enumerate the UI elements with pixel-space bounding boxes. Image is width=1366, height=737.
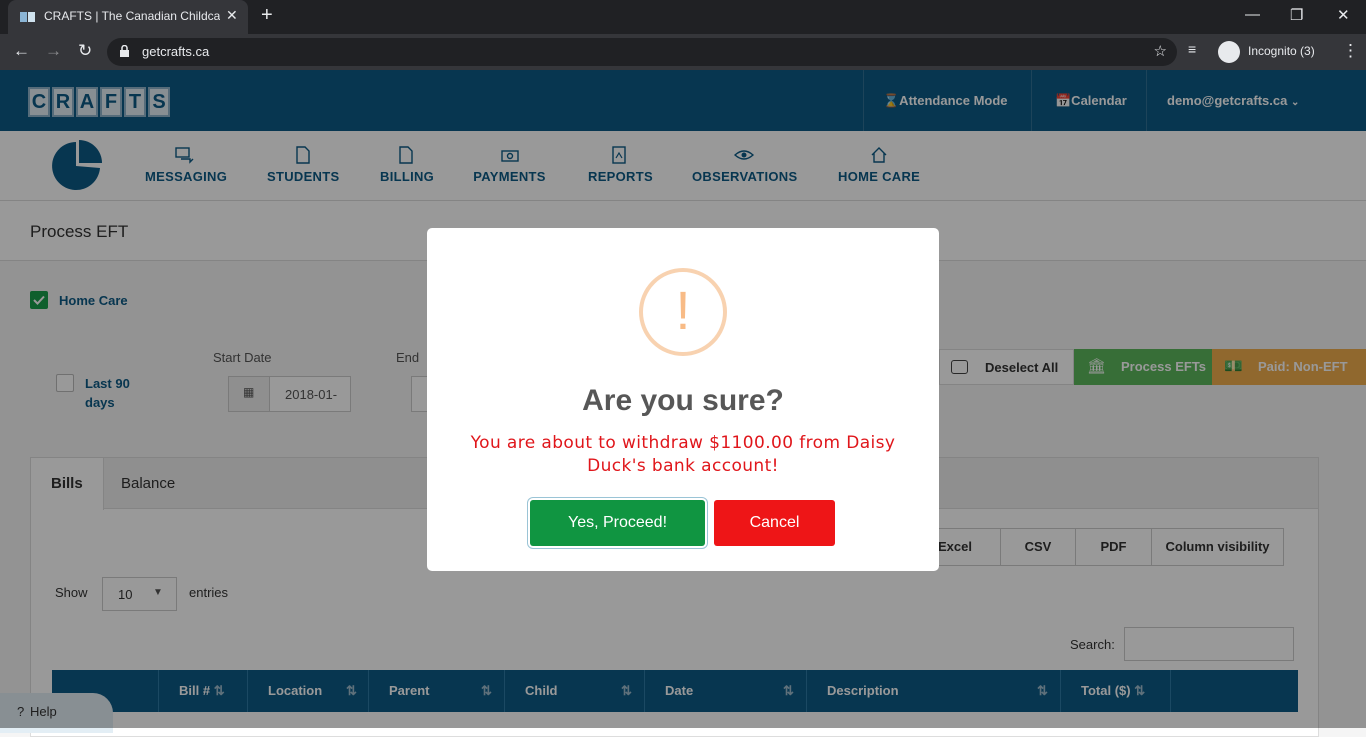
forward-arrow-icon[interactable]: →: [45, 41, 62, 61]
lock-icon: [120, 45, 129, 57]
browser-tab-strip: CRAFTS | The Canadian Childcare ✕ + — ❐ …: [0, 0, 1366, 34]
cancel-button[interactable]: Cancel: [714, 500, 835, 546]
address-bar[interactable]: getcrafts.ca ☆: [107, 38, 1177, 66]
reload-icon[interactable]: ↻: [78, 41, 92, 61]
incognito-icon: [1218, 41, 1240, 63]
confirm-button[interactable]: Yes, Proceed!: [530, 500, 705, 546]
incognito-indicator[interactable]: Incognito (3): [1218, 40, 1328, 64]
bookmark-star-icon[interactable]: ☆: [1154, 42, 1167, 60]
incognito-label: Incognito (3): [1248, 44, 1315, 58]
browser-toolbar: ← → ↻ getcrafts.ca ☆ ≡ Incognito (3) ⋮: [0, 34, 1366, 70]
restore-icon[interactable]: ❐: [1290, 6, 1303, 24]
tab-title: CRAFTS | The Canadian Childcare: [44, 9, 220, 23]
crafts-favicon-icon: [20, 12, 35, 22]
url-text: getcrafts.ca: [142, 44, 210, 59]
warning-icon: !: [639, 268, 727, 356]
browser-tab[interactable]: CRAFTS | The Canadian Childcare ✕: [8, 0, 248, 34]
dialog-message: You are about to withdraw $1100.00 from …: [470, 433, 896, 476]
new-tab-icon[interactable]: +: [261, 4, 273, 27]
tab-close-icon[interactable]: ✕: [226, 7, 238, 24]
back-arrow-icon[interactable]: ←: [13, 41, 30, 61]
dialog-title: Are you sure?: [582, 384, 784, 417]
confirm-dialog: ! Are you sure? You are about to withdra…: [427, 228, 939, 571]
window-close-icon[interactable]: ✕: [1337, 6, 1350, 24]
minimize-icon[interactable]: —: [1245, 6, 1260, 23]
media-queue-icon[interactable]: ≡: [1188, 41, 1196, 57]
menu-kebab-icon[interactable]: ⋮: [1342, 41, 1359, 61]
